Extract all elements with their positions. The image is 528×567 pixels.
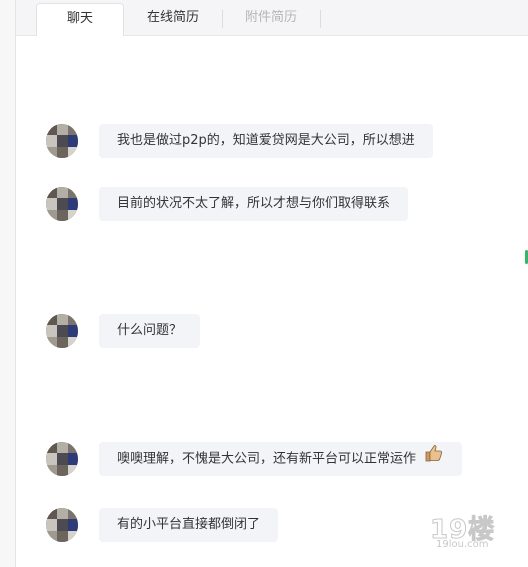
chat-message: 我也是做过p2p的，知道爱贷网是大公司，所以想进 bbox=[16, 124, 528, 164]
watermark-url: 19lou.com bbox=[436, 539, 489, 550]
message-bubble: 噢噢理解，不愧是大公司，还有新平台可以正常运作 bbox=[99, 442, 463, 476]
tab-divider bbox=[320, 10, 321, 28]
message-bubble: 什么问题？ bbox=[99, 314, 201, 348]
watermark-logo: 19楼 19lou.com bbox=[429, 509, 510, 553]
message-bubble: 目前的状况不太了解，所以才想与你们取得联系 bbox=[99, 187, 409, 221]
chat-message: 噢噢理解，不愧是大公司，还有新平台可以正常运作 bbox=[16, 442, 528, 482]
message-bubble: 我也是做过p2p的，知道爱贷网是大公司，所以想进 bbox=[99, 124, 433, 158]
avatar[interactable] bbox=[46, 124, 78, 158]
tab-online-resume[interactable]: 在线简历 bbox=[124, 3, 222, 35]
tab-attachment-resume[interactable]: 附件简历 bbox=[222, 3, 320, 35]
tab-chat[interactable]: 聊天 bbox=[36, 3, 124, 36]
message-bubble: 有的小平台直接都倒闭了 bbox=[99, 508, 279, 542]
chat-panel: 我也是做过p2p的，知道爱贷网是大公司，所以想进 目前的状况不太了解，所以才想与… bbox=[16, 36, 528, 567]
avatar[interactable] bbox=[46, 314, 78, 348]
message-text: 噢噢理解，不愧是大公司，还有新平台可以正常运作 bbox=[117, 451, 417, 467]
left-rail bbox=[0, 0, 16, 567]
avatar[interactable] bbox=[46, 508, 78, 542]
avatar[interactable] bbox=[46, 442, 78, 476]
tab-bar: 聊天 在线简历 附件简历 bbox=[16, 0, 528, 36]
thumbs-up-icon bbox=[424, 442, 444, 476]
avatar[interactable] bbox=[46, 187, 78, 221]
chat-message: 什么问题？ bbox=[16, 314, 528, 354]
chat-message: 目前的状况不太了解，所以才想与你们取得联系 bbox=[16, 187, 528, 227]
